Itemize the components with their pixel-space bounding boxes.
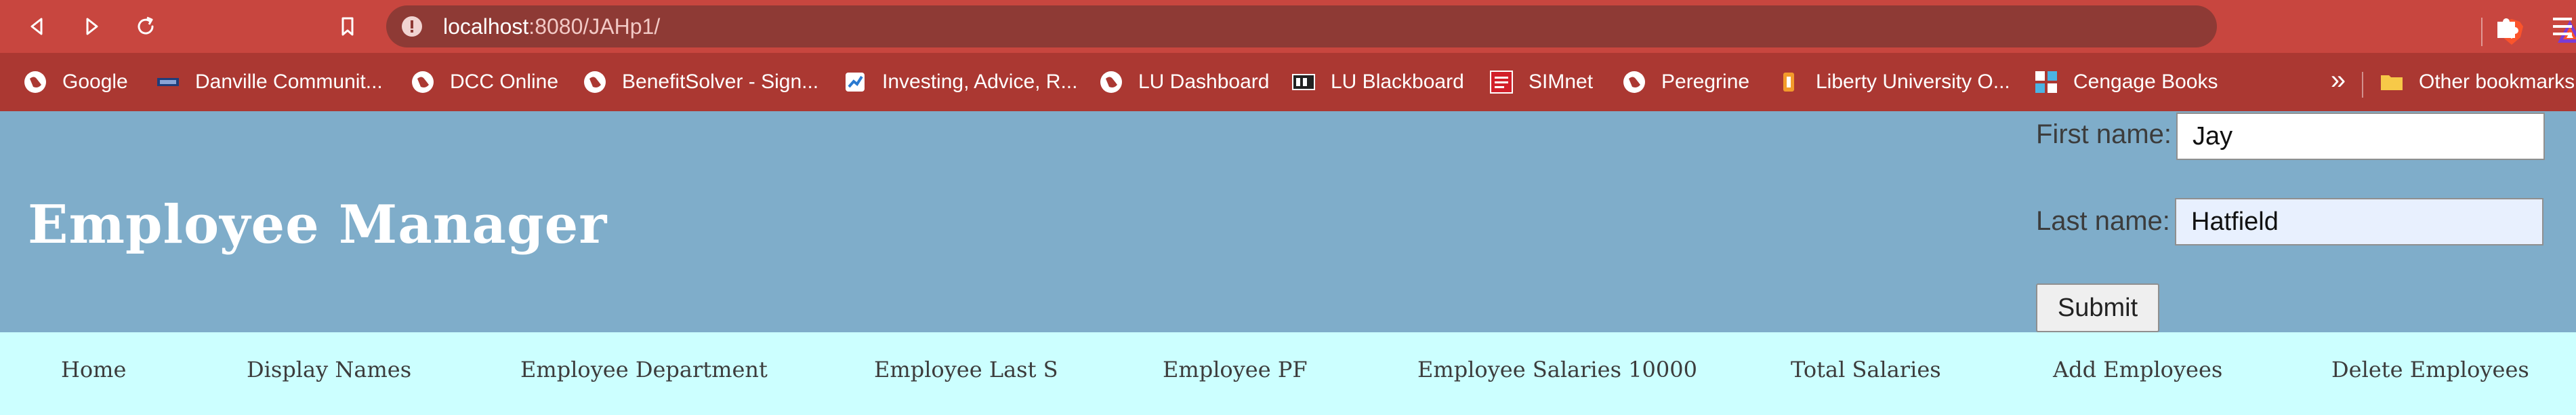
site-logo-icon xyxy=(156,70,180,94)
globe-icon xyxy=(1622,70,1646,94)
nav-link-delete-employees[interactable]: Delete Employees xyxy=(2331,357,2529,382)
bookmark-investing-advice[interactable]: Investing, Advice, R... xyxy=(843,66,1077,98)
url-text[interactable]: localhost:8080/JAHp1/ xyxy=(443,14,660,39)
bookmark-label: Cengage Books xyxy=(2073,71,2218,93)
reload-icon xyxy=(138,16,154,35)
bookmark-label: LU Blackboard xyxy=(1331,71,1464,93)
globe-icon xyxy=(583,70,607,94)
bookmarks-overflow-button[interactable]: » xyxy=(2326,66,2350,98)
bookmark-google[interactable]: Google xyxy=(23,66,128,98)
mcgraw-hill-logo-icon xyxy=(1489,70,1514,94)
nav-link-employee-salaries-10000[interactable]: Employee Salaries 10000 xyxy=(1417,357,1697,382)
nav-link-display-names[interactable]: Display Names xyxy=(247,357,411,382)
globe-icon xyxy=(1099,70,1123,94)
bookmark-dcc-online[interactable]: DCC Online xyxy=(411,66,558,98)
bookmark-liberty-university[interactable]: Liberty University O... xyxy=(1777,66,2010,98)
globe-icon xyxy=(411,70,435,94)
bookmark-label: Google xyxy=(62,71,128,93)
bookmarks-bar: Google Danville Communit... DCC Online B… xyxy=(0,53,2576,111)
bookmark-simnet[interactable]: SIMnet xyxy=(1489,66,1593,98)
url-path: :8080/JAHp1/ xyxy=(528,14,661,39)
bookmark-label: Peregrine xyxy=(1661,71,1750,93)
bookmark-label: BenefitSolver - Sign... xyxy=(622,71,819,93)
first-name-label: First name: xyxy=(2036,119,2172,149)
page-nav: Home Display Names Employee Department E… xyxy=(0,332,2576,415)
nav-link-employee-pf[interactable]: Employee PF xyxy=(1163,357,1308,382)
site-logo-icon xyxy=(843,70,867,94)
forward-button[interactable] xyxy=(75,9,108,43)
page-header: Employee Manager First name: Last name: … xyxy=(0,111,2576,332)
bookmark-label: Danville Communit... xyxy=(195,71,383,93)
three-line-menu-icon[interactable] xyxy=(2549,12,2576,41)
url-host: localhost xyxy=(443,14,529,39)
bookmark-lu-dashboard[interactable]: LU Dashboard xyxy=(1099,66,1269,98)
bookmark-page-button[interactable] xyxy=(331,9,365,43)
nav-link-employee-department[interactable]: Employee Department xyxy=(520,357,768,382)
address-bar[interactable]: localhost:8080/JAHp1/ xyxy=(386,5,2576,47)
bookmark-cengage-books[interactable]: Cengage Books xyxy=(2034,66,2218,98)
info-icon[interactable] xyxy=(401,16,423,37)
back-button[interactable] xyxy=(20,9,54,43)
back-arrow-icon xyxy=(30,18,43,35)
browser-toolbar: localhost:8080/JAHp1/ xyxy=(0,0,2576,53)
bookmark-peregrine[interactable]: Peregrine xyxy=(1622,66,1749,98)
bookmark-other-bookmarks[interactable]: Other bookmarks xyxy=(2380,66,2575,98)
bookmark-label: Other bookmarks xyxy=(2419,71,2575,93)
bookmark-icon xyxy=(341,17,354,36)
bookmarks-divider xyxy=(2362,72,2363,98)
nav-link-employee-last-s[interactable]: Employee Last S xyxy=(874,357,1058,382)
reload-button[interactable] xyxy=(129,9,163,43)
bookmark-label: LU Dashboard xyxy=(1138,71,1270,93)
bookmark-label: Investing, Advice, R... xyxy=(882,71,1078,93)
address-divider xyxy=(2481,18,2482,46)
submit-button[interactable]: Submit xyxy=(2036,283,2159,332)
nav-link-home[interactable]: Home xyxy=(61,357,126,382)
last-name-label: Last name: xyxy=(2036,206,2170,236)
nav-link-total-salaries[interactable]: Total Salaries xyxy=(1791,357,1941,382)
bookmark-label: Liberty University O... xyxy=(1816,71,2010,93)
nav-link-add-employees[interactable]: Add Employees xyxy=(2053,357,2222,382)
page-title: Employee Manager xyxy=(28,194,608,256)
bookmark-benefitsolver[interactable]: BenefitSolver - Sign... xyxy=(583,66,818,98)
bookmark-label: DCC Online xyxy=(450,71,559,93)
bookmark-lu-blackboard[interactable]: LU Blackboard xyxy=(1291,66,1464,98)
cengage-logo-icon xyxy=(2034,70,2058,94)
folder-icon xyxy=(2380,70,2404,94)
last-name-input[interactable] xyxy=(2175,198,2543,245)
forward-arrow-icon xyxy=(86,18,98,35)
first-name-input[interactable] xyxy=(2176,113,2545,160)
bookmark-label: SIMnet xyxy=(1529,71,1594,93)
globe-icon xyxy=(23,70,47,94)
liberty-logo-icon xyxy=(1777,70,1801,94)
blackboard-logo-icon xyxy=(1291,70,1316,94)
puzzle-piece-icon[interactable] xyxy=(2493,14,2520,41)
bookmark-danville-community[interactable]: Danville Communit... xyxy=(156,66,383,98)
